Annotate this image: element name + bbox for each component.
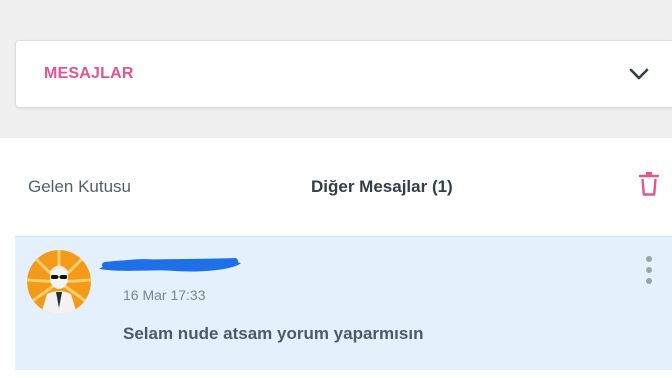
messages-dropdown[interactable]: MESAJLAR [15, 40, 672, 108]
dropdown-title: MESAJLAR [44, 65, 134, 82]
message-time: 16 Mar 17:33 [123, 287, 206, 303]
message-item[interactable]: 16 Mar 17:33 Selam nude atsam yorum yapa… [15, 236, 672, 370]
tab-other-messages[interactable]: Diğer Mesajlar (1) [311, 177, 453, 197]
message-tabs: Gelen Kutusu Diğer Mesajlar (1) [0, 138, 672, 234]
list-bottom [15, 370, 672, 378]
chevron-down-icon[interactable] [628, 65, 650, 83]
more-vertical-icon[interactable] [643, 255, 655, 285]
user-avatar[interactable] [27, 250, 91, 314]
tab-inbox[interactable]: Gelen Kutusu [28, 177, 131, 197]
top-band: MESAJLAR [0, 0, 672, 138]
trash-icon[interactable] [638, 171, 660, 197]
message-text: Selam nude atsam yorum yaparmısın [123, 324, 424, 343]
redacted-username [99, 258, 241, 272]
